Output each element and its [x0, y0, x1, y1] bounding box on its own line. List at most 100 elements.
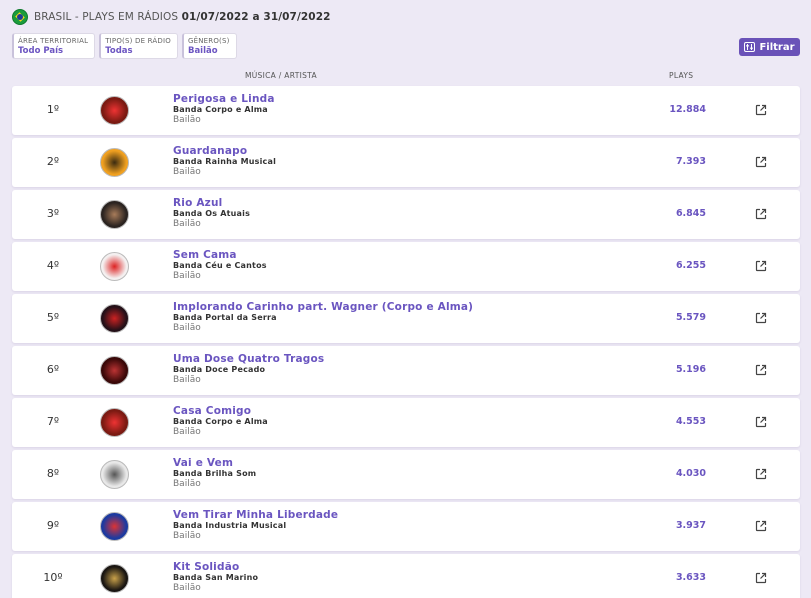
sliders-icon	[744, 42, 756, 52]
filter-genre-value: Bailão	[187, 46, 218, 56]
genre-label: Bailão	[173, 375, 201, 385]
plays-count: 4.553	[675, 416, 706, 427]
ranking-row[interactable]: 8º Vai e Vem Banda Brilha Som Bailão 4.0…	[12, 450, 800, 499]
album-cover-image[interactable]	[100, 148, 129, 177]
song-title-link[interactable]: Casa Comigo	[173, 405, 251, 417]
page-header: BRASIL - PLAYS EM RÁDIOS 01/07/2022 a 31…	[12, 9, 331, 25]
filter-radio-type[interactable]: TIPO(S) DE RÁDIO Todas	[99, 33, 178, 59]
rank-number: 6º	[46, 363, 60, 376]
artist-name[interactable]: Banda Industria Musical	[173, 521, 286, 530]
external-link-icon[interactable]	[755, 260, 767, 272]
ranking-row[interactable]: 5º Implorando Carinho part. Wagner (Corp…	[12, 294, 800, 343]
artist-name[interactable]: Banda Portal da Serra	[173, 313, 277, 322]
external-link-icon[interactable]	[755, 208, 767, 220]
plays-count: 3.633	[675, 572, 706, 583]
external-link-icon[interactable]	[755, 104, 767, 116]
plays-count: 6.255	[675, 260, 706, 271]
ranking-row[interactable]: 3º Rio Azul Banda Os Atuais Bailão 6.845	[12, 190, 800, 239]
filter-area-label: ÁREA TERRITORIAL	[18, 37, 89, 45]
artist-name[interactable]: Banda Corpo e Alma	[173, 417, 268, 426]
external-link-icon[interactable]	[755, 312, 767, 324]
title-prefix: BRASIL - PLAYS EM RÁDIOS	[34, 11, 179, 23]
ranking-row[interactable]: 7º Casa Comigo Banda Corpo e Alma Bailão…	[12, 398, 800, 447]
artist-name[interactable]: Banda Corpo e Alma	[173, 105, 268, 114]
album-cover-image[interactable]	[100, 200, 129, 229]
rank-number: 8º	[46, 467, 60, 480]
filter-area[interactable]: ÁREA TERRITORIAL Todo País	[12, 33, 96, 59]
artist-name[interactable]: Banda Os Atuais	[173, 209, 250, 218]
artist-name[interactable]: Banda Rainha Musical	[173, 157, 276, 166]
ranking-row[interactable]: 4º Sem Cama Banda Céu e Cantos Bailão 6.…	[12, 242, 800, 291]
external-link-icon[interactable]	[755, 520, 767, 532]
ranking-row[interactable]: 2º Guardanapo Banda Rainha Musical Bailã…	[12, 138, 800, 187]
filter-area-value: Todo País	[18, 46, 64, 56]
artist-name[interactable]: Banda Brilha Som	[173, 469, 256, 478]
column-header-plays: PLAYS	[669, 71, 694, 80]
external-link-icon[interactable]	[755, 468, 767, 480]
genre-label: Bailão	[173, 323, 201, 333]
page-title: BRASIL - PLAYS EM RÁDIOS 01/07/2022 a 31…	[34, 11, 331, 23]
album-cover-image[interactable]	[100, 512, 129, 541]
song-title-link[interactable]: Vai e Vem	[173, 457, 233, 469]
song-title-link[interactable]: Kit Solidão	[173, 561, 239, 573]
song-title-link[interactable]: Sem Cama	[173, 249, 237, 261]
external-link-icon[interactable]	[755, 572, 767, 584]
column-header-music: MÚSICA / ARTISTA	[245, 71, 317, 80]
filter-genre[interactable]: GÊNERO(S) Bailão	[181, 33, 237, 59]
rank-number: 7º	[46, 415, 60, 428]
active-filters: ÁREA TERRITORIAL Todo País TIPO(S) DE RÁ…	[12, 33, 237, 59]
plays-count: 5.196	[675, 364, 706, 375]
external-link-icon[interactable]	[755, 416, 767, 428]
plays-count: 5.579	[675, 312, 706, 323]
plays-count: 6.845	[675, 208, 706, 219]
song-title-link[interactable]: Vem Tirar Minha Liberdade	[173, 509, 338, 521]
rank-number: 4º	[46, 259, 60, 272]
song-title-link[interactable]: Rio Azul	[173, 197, 222, 209]
album-cover-image[interactable]	[100, 96, 129, 125]
date-range: 01/07/2022 a 31/07/2022	[181, 11, 331, 23]
filter-radio-type-label: TIPO(S) DE RÁDIO	[105, 37, 171, 45]
rank-number: 10º	[43, 571, 63, 584]
filter-radio-type-value: Todas	[105, 46, 133, 56]
album-cover-image[interactable]	[100, 564, 129, 593]
filter-genre-label: GÊNERO(S)	[187, 37, 230, 45]
rank-number: 1º	[46, 103, 60, 116]
song-title-link[interactable]: Implorando Carinho part. Wagner (Corpo e…	[173, 301, 473, 313]
album-cover-image[interactable]	[100, 356, 129, 385]
genre-label: Bailão	[173, 479, 201, 489]
artist-name[interactable]: Banda San Marino	[173, 573, 258, 582]
song-title-link[interactable]: Guardanapo	[173, 145, 247, 157]
ranking-row[interactable]: 1º Perigosa e Linda Banda Corpo e Alma B…	[12, 86, 800, 135]
filter-button[interactable]: Filtrar	[739, 38, 800, 56]
album-cover-image[interactable]	[100, 252, 129, 281]
album-cover-image[interactable]	[100, 460, 129, 489]
external-link-icon[interactable]	[755, 156, 767, 168]
artist-name[interactable]: Banda Doce Pecado	[173, 365, 265, 374]
song-title-link[interactable]: Perigosa e Linda	[173, 93, 275, 105]
genre-label: Bailão	[173, 115, 201, 125]
ranking-row[interactable]: 6º Uma Dose Quatro Tragos Banda Doce Pec…	[12, 346, 800, 395]
album-cover-image[interactable]	[100, 304, 129, 333]
brazil-flag-icon	[12, 9, 28, 25]
genre-label: Bailão	[173, 531, 201, 541]
album-cover-image[interactable]	[100, 408, 129, 437]
song-title-link[interactable]: Uma Dose Quatro Tragos	[173, 353, 324, 365]
plays-count: 7.393	[675, 156, 706, 167]
ranking-row[interactable]: 10º Kit Solidão Banda San Marino Bailão …	[12, 554, 800, 598]
artist-name[interactable]: Banda Céu e Cantos	[173, 261, 267, 270]
external-link-icon[interactable]	[755, 364, 767, 376]
ranking-row[interactable]: 9º Vem Tirar Minha Liberdade Banda Indus…	[12, 502, 800, 551]
plays-count: 3.937	[675, 520, 706, 531]
plays-count: 12.884	[669, 104, 706, 115]
rank-number: 2º	[46, 155, 60, 168]
rank-number: 9º	[46, 519, 60, 532]
genre-label: Bailão	[173, 167, 201, 177]
rank-number: 5º	[46, 311, 60, 324]
plays-count: 4.030	[675, 468, 706, 479]
genre-label: Bailão	[173, 271, 201, 281]
genre-label: Bailão	[173, 219, 201, 229]
rank-number: 3º	[46, 207, 60, 220]
genre-label: Bailão	[173, 427, 201, 437]
filter-button-label: Filtrar	[759, 41, 795, 53]
genre-label: Bailão	[173, 583, 201, 593]
